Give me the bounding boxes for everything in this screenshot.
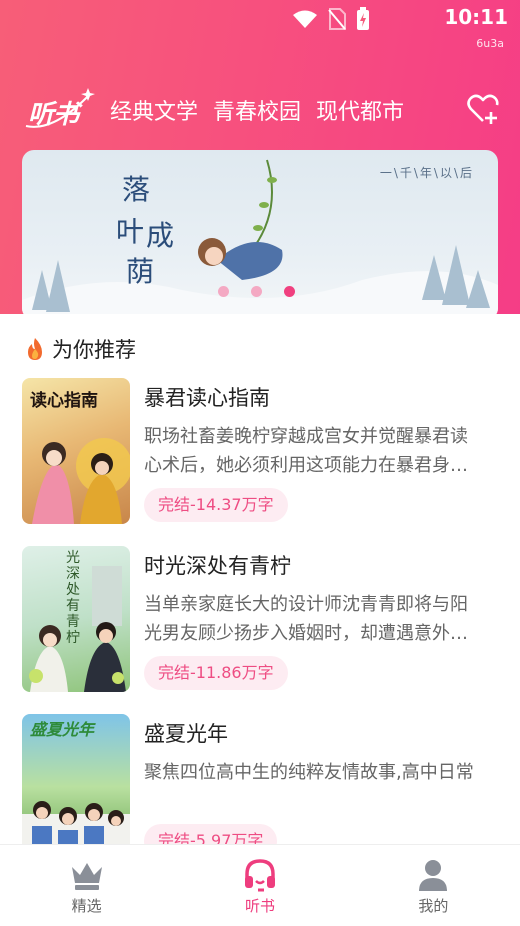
status-badge: 完结-11.86万字 xyxy=(144,656,288,690)
book-item[interactable]: 光深处有青柠 时光深处有青柠 当单亲家庭长大的设计师沈青青即将与阳光男友顾少扬步… xyxy=(22,546,498,692)
user-icon xyxy=(419,860,448,891)
top-nav: 听书 经典文学 青春校园 现代都市 xyxy=(0,86,520,132)
cover-title: 盛夏光年 xyxy=(30,720,95,739)
nav-label: 我的 xyxy=(418,897,449,915)
book-item[interactable]: 盛夏光年 盛夏光年 聚焦四位高中生的纯粹友情故事,高中日常 完结-5.97万字 xyxy=(22,714,498,844)
section-title: 为你推荐 xyxy=(52,338,136,362)
book-item[interactable]: 读心指南 暴君读心指南 职场社畜姜晚柠穿越成宫女并觉醒暴君读心术后，她必须利用这… xyxy=(22,378,498,524)
category-tabs: 经典文学 青春校园 现代都市 xyxy=(110,94,404,126)
book-description: 职场社畜姜晚柠穿越成宫女并觉醒暴君读心术后，她必须利用这项能力在暴君身边求生 xyxy=(144,426,468,476)
section-header: 为你推荐 xyxy=(24,334,136,364)
cover-title: 光深处有青柠 xyxy=(66,550,80,646)
bottom-navigation: 精选 听书 我的 xyxy=(0,844,520,926)
status-badge: 完结-5.97万字 xyxy=(144,824,278,844)
nav-featured[interactable]: 精选 xyxy=(0,845,173,926)
book-cover[interactable]: 光深处有青柠 xyxy=(22,546,130,692)
status-sub-label: 6u3a xyxy=(476,37,504,50)
book-title[interactable]: 暴君读心指南 xyxy=(144,382,270,412)
app-logo[interactable]: 听书 xyxy=(24,86,96,132)
status-badge: 完结-14.37万字 xyxy=(144,488,288,522)
banner-title-char-4: 荫 xyxy=(126,255,155,288)
book-title[interactable]: 盛夏光年 xyxy=(144,718,228,748)
cover-title: 读心指南 xyxy=(30,391,98,411)
battery-charging-icon xyxy=(357,7,369,30)
logo-text: 听书 xyxy=(28,100,79,130)
pagination-dot-active[interactable] xyxy=(284,286,295,297)
banner-tag: 一\千\年\以\后 xyxy=(379,166,474,180)
heart-plus-icon[interactable] xyxy=(466,92,500,126)
book-title[interactable]: 时光深处有青柠 xyxy=(144,550,291,580)
recommend-panel: 为你推荐 读心指南 暴君读心指南 职场社畜姜晚柠穿越成宫女并觉醒暴君读心术后，她… xyxy=(0,314,520,844)
tab-youth-campus[interactable]: 青春校园 xyxy=(213,94,301,126)
tab-classic-literature[interactable]: 经典文学 xyxy=(110,94,198,126)
clock: 10:11 xyxy=(444,5,508,29)
banner-title-char-3: 成 xyxy=(146,219,175,252)
tab-modern-city[interactable]: 现代都市 xyxy=(316,94,404,126)
banner-title-char-1: 落 xyxy=(122,173,151,206)
nav-label: 听书 xyxy=(244,897,275,915)
book-description: 聚焦四位高中生的纯粹友情故事,高中日常 xyxy=(144,762,474,783)
status-bar: 10:11 6u3a xyxy=(0,0,520,50)
book-cover[interactable]: 盛夏光年 xyxy=(22,714,130,844)
no-sim-icon xyxy=(328,8,346,30)
fire-icon xyxy=(28,338,42,360)
headphones-icon xyxy=(244,859,275,892)
nav-label: 精选 xyxy=(71,897,102,915)
book-cover[interactable]: 读心指南 xyxy=(22,378,130,524)
crown-icon xyxy=(71,863,102,890)
nav-audiobooks[interactable]: 听书 xyxy=(173,845,346,926)
nav-profile[interactable]: 我的 xyxy=(347,845,520,926)
pagination-dot[interactable] xyxy=(251,286,262,297)
banner-pagination xyxy=(218,286,295,297)
banner-title-char-2: 叶 xyxy=(116,215,145,248)
wifi-icon xyxy=(293,10,317,28)
pagination-dot[interactable] xyxy=(218,286,229,297)
book-description: 当单亲家庭长大的设计师沈青青即将与阳光男友顾少扬步入婚姻时，却遭遇意外变故 xyxy=(144,594,468,644)
